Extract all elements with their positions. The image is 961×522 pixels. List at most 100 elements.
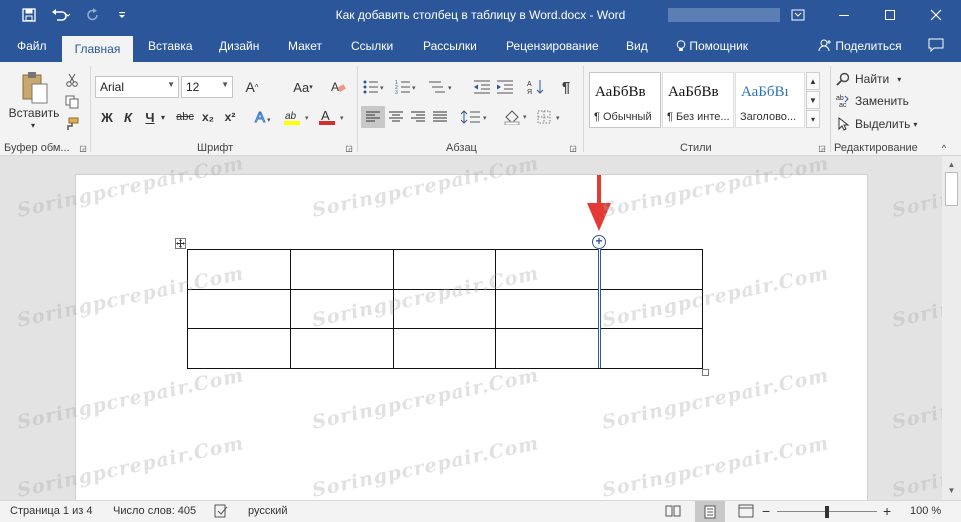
find-button[interactable]: Найти ▾ [836, 71, 916, 87]
text-effects-icon[interactable]: A ▾ [251, 106, 275, 128]
zoom-slider-thumb[interactable] [825, 506, 829, 518]
strikethrough-button[interactable]: abc [174, 106, 196, 128]
tell-me[interactable]: Помощник [676, 39, 748, 53]
zoom-level[interactable]: 100 % [910, 505, 941, 517]
style-heading[interactable]: АаБбВı Заголово... [735, 72, 805, 128]
bold-button[interactable]: Ж [99, 106, 115, 128]
print-layout-icon[interactable] [695, 501, 725, 522]
collapse-ribbon-icon[interactable]: ^ [938, 142, 950, 154]
tab-references[interactable]: Ссылки [351, 39, 393, 53]
minimize-icon[interactable] [821, 0, 867, 30]
borders-icon[interactable]: ▾ [536, 106, 566, 128]
separator [583, 66, 584, 152]
read-mode-icon[interactable] [665, 504, 681, 521]
table-cell[interactable] [187, 289, 291, 329]
word-count[interactable]: Число слов: 405 [113, 505, 196, 517]
table-cell[interactable] [290, 328, 394, 369]
multilevel-list-icon[interactable]: ▾ [426, 76, 456, 98]
font-color-icon[interactable]: A ▾ [316, 106, 350, 128]
align-right-icon[interactable] [407, 106, 429, 128]
clipboard-launcher-icon[interactable]: ◲ [78, 143, 88, 153]
table-resize-handle[interactable] [702, 369, 709, 376]
tab-mailings[interactable]: Рассылки [423, 39, 477, 53]
scroll-down-icon[interactable]: ▼ [946, 486, 957, 495]
close-icon[interactable] [913, 0, 959, 30]
table-cell[interactable] [598, 249, 703, 290]
tab-layout[interactable]: Макет [288, 39, 322, 53]
scroll-up-icon[interactable]: ▲ [946, 160, 957, 169]
insert-column-plus-button[interactable]: + [592, 235, 606, 249]
copy-icon[interactable] [64, 94, 80, 110]
tab-review[interactable]: Рецензирование [506, 39, 599, 53]
chevron-down-icon[interactable]: ▼ [167, 80, 175, 89]
subscript-button[interactable]: x₂ [199, 106, 217, 128]
increase-indent-icon[interactable] [495, 76, 515, 98]
numbering-icon[interactable]: 1 2 3 ▾ [394, 76, 420, 98]
table-cell[interactable] [495, 289, 599, 329]
style-normal[interactable]: АаБбВв ¶ Обычный [589, 72, 661, 128]
font-name-input[interactable]: Arial ▼ [95, 76, 179, 98]
table-cell[interactable] [495, 328, 599, 369]
cut-icon[interactable] [64, 72, 80, 88]
grow-font-button[interactable]: A ^ [238, 76, 266, 98]
comments-icon[interactable] [928, 38, 944, 55]
font-launcher-icon[interactable]: ◲ [344, 143, 354, 153]
insert-column-indicator [598, 249, 601, 368]
bullets-icon[interactable]: ▾ [362, 76, 388, 98]
superscript-button[interactable]: x² [221, 106, 239, 128]
show-marks-icon[interactable]: ¶ [557, 76, 575, 98]
chevron-down-icon[interactable]: ▼ [221, 80, 229, 89]
svg-text:A: A [255, 109, 265, 126]
scroll-thumb[interactable] [945, 172, 958, 206]
share-button[interactable]: Поделиться [818, 39, 902, 53]
font-size-input[interactable]: 12 ▼ [181, 76, 233, 98]
zoom-out-icon[interactable]: − [762, 503, 770, 519]
format-painter-icon[interactable] [64, 116, 80, 132]
paste-button[interactable]: Вставить [8, 106, 60, 120]
table-cell[interactable] [290, 249, 394, 290]
align-left-icon[interactable] [361, 106, 385, 128]
zoom-in-icon[interactable]: + [883, 503, 891, 519]
justify-icon[interactable] [429, 106, 451, 128]
underline-button[interactable]: Ч [143, 106, 157, 128]
clear-formatting-icon[interactable]: A [326, 76, 350, 98]
status-bar: Страница 1 из 4 Число слов: 405 русский … [0, 500, 961, 522]
paste-icon[interactable] [10, 70, 58, 106]
select-button[interactable]: Выделить ▾ [836, 116, 926, 132]
paste-dropdown-icon[interactable]: ▾ [26, 120, 40, 130]
clipboard-group-label: Буфер обм... [4, 142, 70, 154]
replace-button[interactable]: ab ac Заменить [836, 93, 916, 109]
table-cell[interactable] [393, 328, 496, 369]
italic-button[interactable]: К [121, 106, 135, 128]
paragraph-launcher-icon[interactable]: ◲ [568, 143, 578, 153]
line-spacing-icon[interactable]: ▾ [460, 106, 490, 128]
style-no-spacing[interactable]: АаБбВв ¶ Без инте... [662, 72, 734, 128]
table-cell[interactable] [187, 328, 291, 369]
sort-icon[interactable]: AЯ [526, 76, 546, 98]
change-case-button[interactable]: Aa ▾ [287, 76, 319, 98]
decrease-indent-icon[interactable] [472, 76, 492, 98]
web-layout-icon[interactable] [738, 504, 754, 521]
ribbon-display-options-icon[interactable] [775, 0, 821, 30]
tab-insert[interactable]: Вставка [148, 39, 193, 53]
tell-me-label: Помощник [689, 39, 749, 53]
align-center-icon[interactable] [385, 106, 407, 128]
table-cell[interactable] [598, 328, 703, 369]
tab-file[interactable]: Файл [17, 39, 47, 53]
page-count[interactable]: Страница 1 из 4 [10, 505, 92, 517]
highlight-icon[interactable]: ab ▾ [281, 106, 315, 128]
user-account[interactable] [668, 8, 780, 22]
vertical-scrollbar[interactable]: ▲ ▼ [942, 156, 961, 500]
styles-scroll-up-icon[interactable]: ▲ [806, 72, 820, 90]
styles-more-icon[interactable]: ▾ [806, 110, 820, 128]
shading-icon[interactable]: ▾ [502, 106, 532, 128]
proofing-icon[interactable] [214, 504, 228, 521]
table-move-handle[interactable] [175, 238, 186, 249]
styles-scroll-down-icon[interactable]: ▼ [806, 91, 820, 109]
maximize-icon[interactable] [867, 0, 913, 30]
tab-home[interactable]: Главная [62, 36, 133, 62]
underline-dropdown-icon[interactable]: ▾ [158, 106, 168, 128]
tab-design[interactable]: Дизайн [219, 39, 259, 53]
tab-view[interactable]: Вид [626, 39, 648, 53]
language[interactable]: русский [248, 505, 287, 517]
